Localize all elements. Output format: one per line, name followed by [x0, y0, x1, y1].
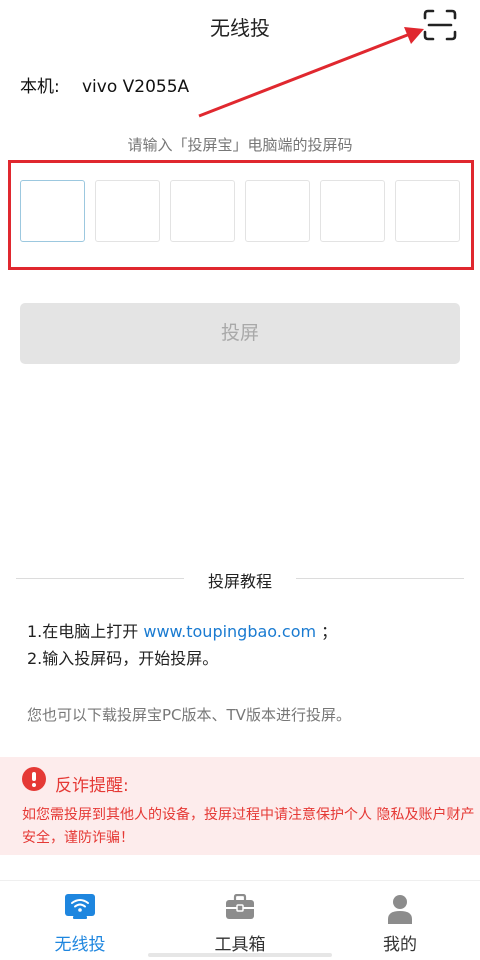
device-name: vivo V2055A: [82, 77, 190, 97]
step1-prefix: 1.在电脑上打开: [27, 622, 144, 641]
tutorial-divider: 投屏教程: [16, 568, 464, 591]
tab-wireless-cast[interactable]: 无线投: [0, 881, 160, 960]
code-prompt: 请输入「投屏宝」电脑端的投屏码: [127, 136, 353, 154]
tutorial-step-1: 1.在电脑上打开 www.toupingbao.com ；: [27, 618, 337, 645]
step1-suffix: ；: [316, 622, 338, 641]
tab-label: 我的: [383, 935, 417, 955]
cast-code-input[interactable]: [20, 180, 462, 242]
code-digit-1[interactable]: [20, 180, 85, 242]
fraud-warning-banner: 反诈提醒: 如您需投屏到其他人的设备，投屏过程中请注意保护个人 隐私及账户财产安…: [0, 757, 480, 855]
page-title: 无线投: [210, 16, 270, 40]
tutorial-steps: 1.在电脑上打开 www.toupingbao.com ； 2.输入投屏码，开始…: [27, 618, 337, 672]
cast-button[interactable]: 投屏: [20, 303, 460, 364]
bottom-tab-bar: 无线投 工具箱 我的: [0, 880, 480, 960]
code-digit-5[interactable]: [320, 180, 385, 242]
website-link[interactable]: www.toupingbao.com: [143, 622, 316, 641]
code-digit-2[interactable]: [95, 180, 160, 242]
header: 无线投: [0, 0, 480, 52]
device-info: 本机: vivo V2055A: [20, 72, 189, 97]
divider-line-right: [296, 578, 464, 579]
tab-label: 无线投: [54, 935, 106, 955]
wifi-cast-icon: [65, 894, 95, 919]
device-label: 本机:: [20, 77, 60, 97]
tab-toolbox[interactable]: 工具箱: [160, 881, 320, 960]
tutorial-step-2: 2.输入投屏码，开始投屏。: [27, 649, 219, 668]
warning-title: 反诈提醒:: [55, 776, 129, 796]
home-indicator: [148, 953, 332, 957]
scan-button[interactable]: [422, 8, 458, 42]
user-icon: [388, 895, 412, 924]
tab-profile[interactable]: 我的: [320, 881, 480, 960]
code-digit-6[interactable]: [395, 180, 460, 242]
download-note: 您也可以下载投屏宝PC版本、TV版本进行投屏。: [27, 706, 351, 724]
tab-label: 工具箱: [214, 935, 266, 955]
code-digit-4[interactable]: [245, 180, 310, 242]
scan-icon: [423, 9, 457, 41]
code-digit-3[interactable]: [170, 180, 235, 242]
tutorial-title: 投屏教程: [207, 572, 272, 591]
toolbox-icon: [226, 894, 254, 919]
warning-text: 如您需投屏到其他人的设备，投屏过程中请注意保护个人 隐私及账户财产安全，谨防诈骗…: [22, 807, 475, 846]
alert-icon: [22, 767, 46, 791]
